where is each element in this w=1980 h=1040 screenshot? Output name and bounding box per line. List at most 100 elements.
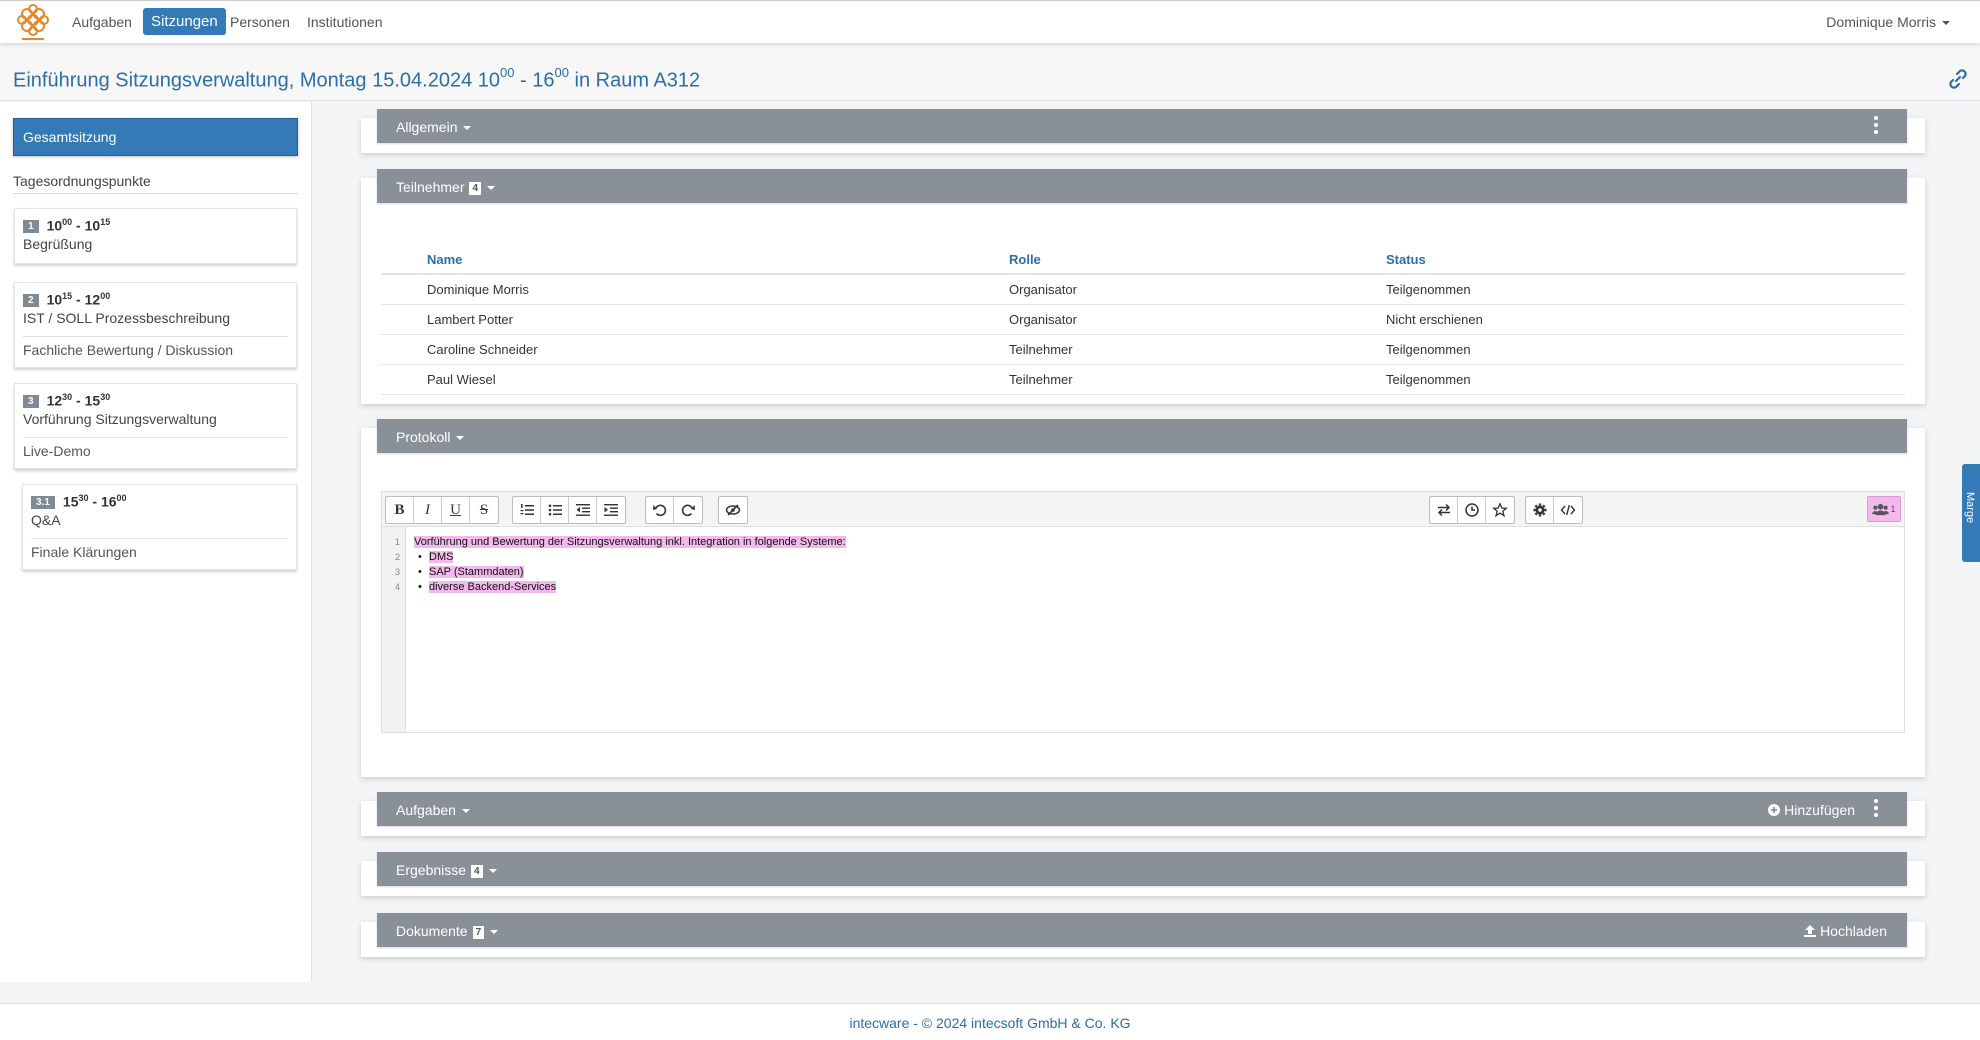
panel-header-dokumente[interactable]: Dokumente 7 Hochladen: [377, 913, 1907, 947]
column-header-name[interactable]: Name: [381, 248, 963, 275]
more-options-icon[interactable]: [1873, 116, 1879, 136]
count-badge: 4: [469, 181, 482, 195]
table-row[interactable]: Lambert Potter Organisator Nicht erschiene…: [381, 304, 1905, 335]
cell-rolle: Organisator: [963, 274, 1340, 305]
upload-button[interactable]: Hochladen: [1804, 923, 1887, 939]
agenda-title: Q&A: [31, 511, 61, 528]
table-row[interactable]: Caroline Schneider Teilnehmer Teilgenommen: [381, 334, 1905, 365]
agenda-time: 2 1015 - 1200: [23, 291, 288, 308]
agenda-subtitle: Finale Klärungen: [31, 537, 288, 560]
agenda-time: 3 1230 - 1530: [23, 392, 288, 409]
agenda-number: 2: [23, 294, 39, 308]
title-start-minutes: 00: [500, 65, 515, 80]
star-icon[interactable]: [1486, 497, 1514, 523]
agenda-subtitle: Live-Demo: [23, 436, 288, 459]
gear-icon[interactable]: [1526, 497, 1554, 523]
more-options-icon[interactable]: [1873, 799, 1879, 819]
strikethrough-button[interactable]: S: [470, 497, 498, 523]
list-item: DMS: [429, 551, 454, 563]
footer: intecware - © 2024 intecsoft GmbH & Co. …: [0, 1003, 1980, 1040]
agenda-subtitle: Fachliche Bewertung / Diskussion: [23, 335, 288, 358]
bullet: •: [418, 581, 422, 593]
count-badge: 4: [471, 864, 483, 878]
column-header-status[interactable]: Status: [1340, 248, 1905, 275]
ordered-list-icon[interactable]: [513, 497, 541, 523]
hide-icon[interactable]: [719, 497, 747, 523]
tools-group: [1429, 496, 1515, 524]
settings-group: [1525, 496, 1583, 524]
panel-allgemein: Allgemein: [361, 109, 1925, 153]
bullet-list-icon[interactable]: [541, 497, 569, 523]
agenda-number: 3: [23, 395, 39, 409]
table-row[interactable]: Dominique Morris Organisator Teilgenommen: [381, 274, 1905, 305]
panel-title: Ergebnisse: [396, 862, 467, 878]
panel-teilnehmer: Teilnehmer 4 Name Rolle Status Dominique …: [361, 169, 1925, 404]
caret-down-icon: [490, 930, 499, 935]
list-item: SAP (Stammdaten): [429, 566, 524, 578]
link-icon[interactable]: [1948, 69, 1968, 89]
users-icon: [1872, 503, 1890, 515]
history-clock-icon[interactable]: [1458, 497, 1486, 523]
nav-sitzungen[interactable]: Sitzungen: [143, 8, 226, 35]
sidebar: Gesamtsitzung Tagesordnungspunkte 1 1000 …: [0, 102, 312, 982]
user-name: Dominique Morris: [1826, 14, 1936, 30]
title-bar: Einführung Sitzungsverwaltung, Montag 15…: [0, 43, 1980, 101]
cell-status: Teilgenommen: [1340, 274, 1905, 305]
cell-status: Teilgenommen: [1340, 334, 1905, 365]
navbar: Aufgaben Sitzungen Personen Institutione…: [0, 0, 1980, 43]
list-group: [512, 496, 626, 524]
add-task-button[interactable]: Hinzufügen: [1768, 802, 1855, 818]
outdent-icon[interactable]: [569, 497, 597, 523]
caret-down-icon: [488, 869, 497, 874]
caret-down-icon: [461, 809, 470, 814]
title-room: in Raum A312: [568, 69, 701, 92]
editor-content[interactable]: 1 2 3 4 Vorführung und Bewertung der Sit…: [381, 527, 1905, 733]
agenda-item-3[interactable]: 3 1230 - 1530 Vorführung Sitzungsverwaltu…: [14, 383, 297, 469]
swap-icon[interactable]: [1430, 497, 1458, 523]
underline-button[interactable]: U: [442, 497, 470, 523]
panel-header-protokoll[interactable]: Protokoll: [377, 419, 1907, 453]
gesamtsitzung-button[interactable]: Gesamtsitzung: [13, 118, 298, 156]
redo-icon[interactable]: [674, 497, 702, 523]
side-tab-marge[interactable]: Marge: [1962, 464, 1980, 562]
panel-title: Dokumente: [396, 923, 468, 939]
agenda-number: 3.1: [31, 496, 55, 510]
panel-header-teilnehmer[interactable]: Teilnehmer 4: [377, 169, 1907, 203]
panel-ergebnisse: Ergebnisse 4: [361, 852, 1925, 896]
cell-name: Lambert Potter: [381, 304, 963, 335]
side-tab-label: Marge: [1964, 492, 1976, 524]
agenda-title: Begrüßung: [23, 235, 93, 252]
panel-header-allgemein[interactable]: Allgemein: [377, 109, 1907, 143]
agenda-item-2[interactable]: 2 1015 - 1200 IST / SOLL Prozessbeschreib…: [14, 282, 297, 368]
panel-header-aufgaben[interactable]: Aufgaben Hinzufügen: [377, 792, 1907, 826]
panel-header-ergebnisse[interactable]: Ergebnisse 4: [377, 852, 1907, 886]
agenda-item-3-1[interactable]: 3.1 1530 - 1600 Q&A Finale Klärungen: [22, 484, 297, 570]
panel-title: Teilnehmer: [396, 179, 465, 195]
undo-icon[interactable]: [646, 497, 674, 523]
column-header-rolle[interactable]: Rolle: [963, 248, 1340, 275]
collaborators-button[interactable]: 1: [1867, 496, 1901, 522]
nav-aufgaben[interactable]: Aufgaben: [72, 14, 132, 30]
upload-icon: [1804, 925, 1817, 937]
source-code-icon[interactable]: [1554, 497, 1582, 523]
editor-text[interactable]: Vorführung und Bewertung der Sitzungsver…: [414, 535, 846, 595]
caret-down-icon: [463, 126, 472, 131]
agenda-item-1[interactable]: 1 1000 - 1015 Begrüßung: [14, 208, 297, 264]
panel-aufgaben: Aufgaben Hinzufügen: [361, 792, 1925, 836]
panel-dokumente: Dokumente 7 Hochladen: [361, 913, 1925, 957]
panel-title: Aufgaben: [396, 802, 456, 818]
agenda-title: IST / SOLL Prozessbeschreibung: [23, 309, 230, 326]
italic-button[interactable]: I: [414, 497, 442, 523]
line-numbers: 1 2 3 4: [382, 527, 406, 732]
intecsoft-logo[interactable]: [14, 3, 52, 43]
table-row[interactable]: Paul Wiesel Teilnehmer Teilgenommen: [381, 364, 1905, 395]
history-group: [645, 496, 703, 524]
user-menu[interactable]: Dominique Morris: [1826, 14, 1950, 30]
indent-icon[interactable]: [597, 497, 625, 523]
bold-button[interactable]: B: [386, 497, 414, 523]
chevron-down-icon: [1942, 21, 1950, 26]
cell-status: Teilgenommen: [1340, 364, 1905, 395]
panel-title: Allgemein: [396, 119, 458, 135]
nav-institutionen[interactable]: Institutionen: [307, 14, 383, 30]
nav-personen[interactable]: Personen: [230, 14, 290, 30]
